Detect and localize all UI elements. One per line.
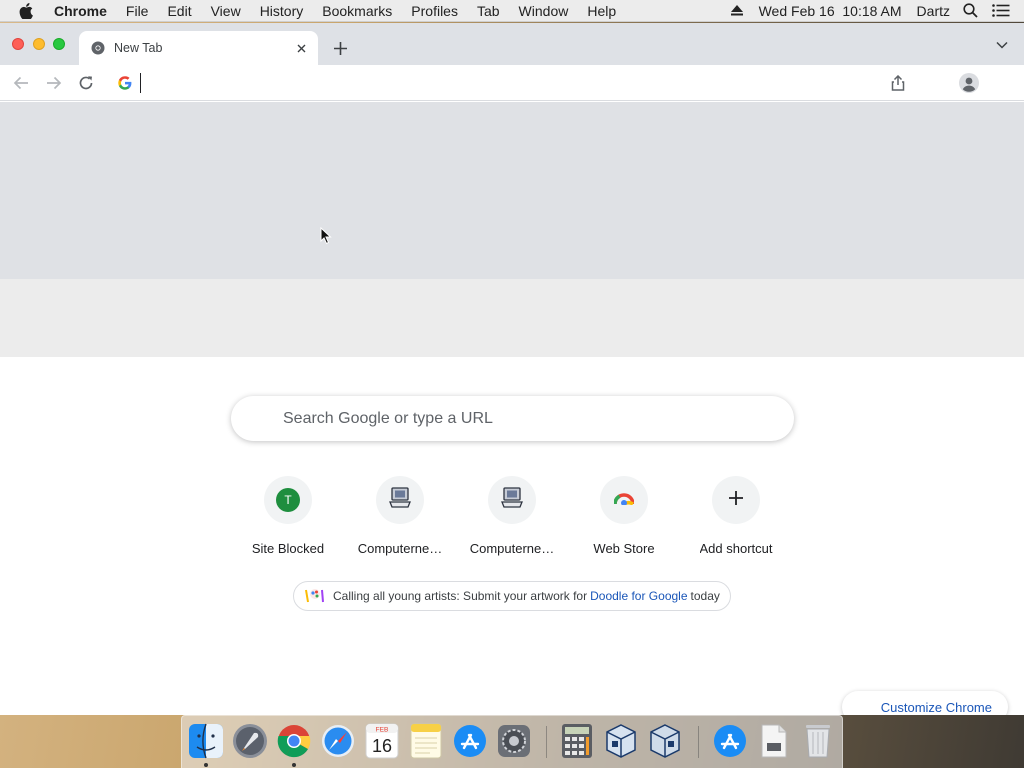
back-arrow-icon[interactable]: [12, 74, 30, 92]
shortcut-tiles: T Site Blocked Computerne… Computerne… W…: [232, 474, 792, 564]
tab-strip: New Tab: [0, 23, 1024, 65]
control-center-list-icon[interactable]: [992, 4, 1010, 17]
calculator-icon[interactable]: [558, 722, 596, 760]
webstore-icon: [613, 491, 635, 510]
system-preferences-gear-icon[interactable]: [495, 722, 533, 760]
tab-new-tab[interactable]: New Tab: [79, 31, 318, 65]
shortcut-label: Computerne…: [357, 541, 443, 556]
promo-link[interactable]: Doodle for Google: [590, 589, 687, 603]
omnibox-input[interactable]: [140, 73, 860, 93]
tab-title: New Tab: [114, 41, 163, 55]
chrome-app-icon[interactable]: [275, 722, 313, 760]
profile-avatar-icon[interactable]: [959, 73, 979, 93]
share-icon[interactable]: [889, 74, 907, 92]
shortcut-icon-circle: [712, 476, 760, 524]
app-store-icon[interactable]: [451, 722, 489, 760]
shortcut-site-blocked[interactable]: T Site Blocked: [232, 474, 344, 564]
calendar-month: FEB: [376, 727, 389, 734]
eject-icon[interactable]: [730, 5, 743, 16]
shortcut-icon-circle: [488, 476, 536, 524]
shortcut-icon-circle: [600, 476, 648, 524]
shortcut-label: Web Store: [593, 541, 655, 556]
virtualbox-vm-icon[interactable]: [646, 722, 684, 760]
computer-icon: [500, 486, 524, 514]
menu-bar: Chrome File Edit View History Bookmarks …: [0, 0, 1024, 22]
reload-icon[interactable]: [77, 74, 95, 92]
shortcut-label: Computerne…: [469, 541, 555, 556]
promo-suffix: today: [690, 589, 720, 603]
menu-edit[interactable]: Edit: [158, 3, 201, 19]
shortcut-computerne-1[interactable]: Computerne…: [344, 474, 456, 564]
ntp-search-box[interactable]: Search Google or type a URL: [231, 396, 794, 441]
tab-search-chevron-down-icon[interactable]: [996, 41, 1010, 51]
menu-view[interactable]: View: [201, 3, 250, 19]
doodle-area-lower: [0, 279, 1024, 357]
window-minimize-button[interactable]: [33, 38, 45, 50]
google-g-icon: [118, 76, 132, 90]
plus-icon: [729, 490, 743, 510]
mouse-pointer-icon: [320, 226, 332, 245]
menu-history[interactable]: History: [250, 3, 313, 19]
menu-tab[interactable]: Tab: [467, 3, 509, 19]
running-indicator: [204, 763, 208, 767]
tab-close-icon[interactable]: [294, 41, 308, 55]
promo-text: Calling all young artists: Submit your a…: [333, 589, 588, 603]
menu-window[interactable]: Window: [509, 3, 578, 19]
doodle-area: [0, 102, 1024, 279]
search-placeholder: Search Google or type a URL: [283, 409, 493, 427]
shortcut-icon-circle: [376, 476, 424, 524]
dock-separator: [546, 726, 547, 758]
dock: FEB 16: [181, 715, 843, 768]
new-tab-page: Search Google or type a URL T Site Block…: [0, 102, 1024, 715]
customize-chrome-button[interactable]: Customize Chrome: [842, 691, 1008, 715]
shortcut-label: Add shortcut: [699, 541, 773, 556]
computer-icon: [388, 486, 412, 514]
spotlight-search-icon[interactable]: [963, 3, 978, 18]
shortcut-label: Site Blocked: [251, 541, 325, 556]
notes-icon[interactable]: [407, 722, 445, 760]
menu-bookmarks[interactable]: Bookmarks: [313, 3, 402, 19]
menubar-clock[interactable]: Wed Feb 16 10:18 AM: [759, 3, 902, 19]
running-indicator: [292, 763, 296, 767]
safari-compass-icon[interactable]: [319, 722, 357, 760]
new-tab-plus-icon[interactable]: [331, 39, 349, 57]
calendar-icon[interactable]: FEB 16: [363, 722, 401, 760]
shortcut-computerne-2[interactable]: Computerne…: [456, 474, 568, 564]
doodle-crayons-icon: [303, 587, 325, 605]
chrome-window: New Tab Search Google or type a URL T Si…: [0, 23, 1024, 715]
shortcut-web-store[interactable]: Web Store: [568, 474, 680, 564]
doodle-promo-chip[interactable]: Calling all young artists: Submit your a…: [293, 581, 731, 611]
trash-icon[interactable]: [799, 722, 837, 760]
menu-profiles[interactable]: Profiles: [402, 3, 468, 19]
menu-help[interactable]: Help: [578, 3, 626, 19]
forward-arrow-icon[interactable]: [45, 74, 63, 92]
dock-separator: [698, 726, 699, 758]
menu-file[interactable]: File: [116, 3, 158, 19]
letter-t-icon: T: [276, 488, 300, 512]
chrome-favicon-icon: [91, 41, 105, 55]
menu-app-name[interactable]: Chrome: [54, 3, 116, 19]
app-store-downloads-icon[interactable]: [711, 722, 749, 760]
launchpad-rocket-icon[interactable]: [231, 722, 269, 760]
shortcut-add[interactable]: Add shortcut: [680, 474, 792, 564]
apple-menu-icon[interactable]: [19, 2, 39, 19]
virtualbox-icon[interactable]: [602, 722, 640, 760]
menubar-user-name[interactable]: Dartz: [917, 3, 950, 19]
shortcut-icon-circle: T: [264, 476, 312, 524]
browser-toolbar: [0, 65, 1024, 101]
window-maximize-button[interactable]: [53, 38, 65, 50]
documents-folder-icon[interactable]: [755, 722, 793, 760]
finder-icon[interactable]: [187, 722, 225, 760]
calendar-day: 16: [372, 736, 392, 756]
window-close-button[interactable]: [12, 38, 24, 50]
